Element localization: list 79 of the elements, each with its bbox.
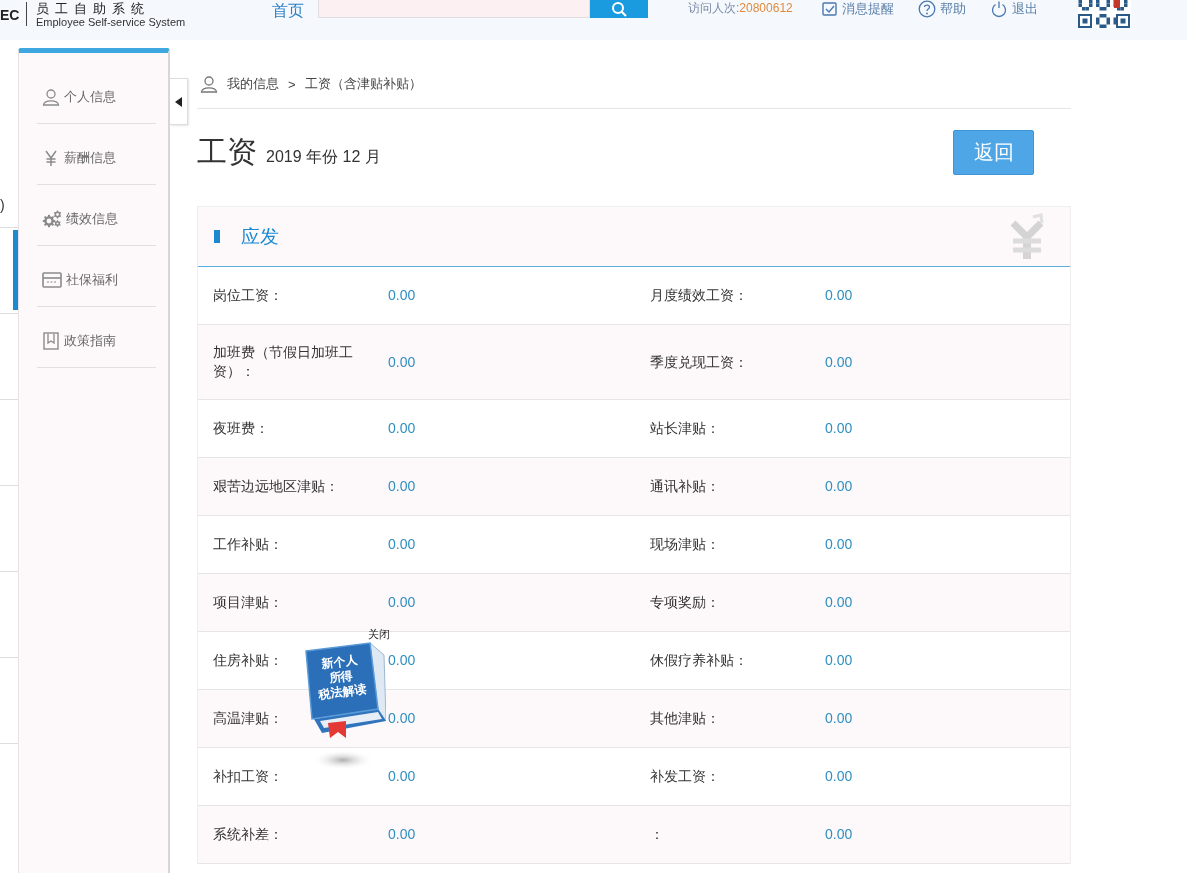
field-value: 0.00	[388, 419, 416, 438]
field-value: 0.00	[388, 352, 416, 372]
collapse-toggle[interactable]	[170, 78, 188, 125]
field-value: 0.00	[825, 535, 853, 554]
field-label: 补扣工资：	[213, 767, 283, 786]
field-label: 其他津贴：	[650, 709, 720, 728]
sidebar-item[interactable]: 绩效信息	[37, 185, 156, 246]
field-value: 0.00	[388, 651, 416, 670]
search-field[interactable]	[318, 0, 590, 18]
power-icon	[990, 0, 1008, 18]
field-value: 0.00	[388, 767, 416, 786]
visit-count-label: 访问人次:	[688, 1, 740, 15]
field-label: 月度绩效工资：	[650, 286, 748, 305]
field-label: 工作补贴：	[213, 535, 283, 554]
visit-count-value: 20800612	[739, 1, 793, 15]
card-icon	[42, 271, 62, 289]
caret-left-icon	[174, 96, 183, 107]
field-label: 现场津贴：	[650, 535, 720, 554]
field-value: 0.00	[825, 593, 853, 612]
field-label: 系统补差：	[213, 825, 283, 844]
close-link[interactable]: 关闭	[368, 627, 390, 641]
sidebar-item[interactable]: 个人信息	[37, 63, 156, 124]
field-value: 0.00	[825, 767, 853, 786]
person-icon	[200, 75, 218, 93]
breadcrumb-item[interactable]: 我的信息	[227, 75, 279, 93]
home-link[interactable]: 首页	[272, 0, 318, 21]
field-value: 0.00	[388, 593, 416, 612]
field-value: 0.00	[825, 419, 853, 438]
search-button[interactable]	[590, 0, 648, 18]
breadcrumb-separator: >	[288, 76, 296, 92]
gears-icon	[42, 210, 62, 228]
field-value: 0.00	[825, 709, 853, 728]
field-value: 0.00	[388, 286, 416, 305]
sidebar-item[interactable]: 政策指南	[37, 307, 156, 368]
help-icon	[918, 0, 936, 18]
sidebar-item[interactable]: 薪酬信息	[37, 124, 156, 185]
field-value: 0.00	[825, 286, 853, 305]
book-icon[interactable]	[302, 641, 386, 738]
field-label: 项目津贴：	[213, 593, 283, 612]
field-label: 岗位工资：	[213, 286, 283, 305]
field-label: 住房补贴：	[213, 651, 283, 670]
breadcrumb-item: 工资（含津贴补贴）	[304, 75, 422, 93]
field-label: 通讯补贴：	[650, 477, 720, 496]
section-title: 应发	[241, 224, 279, 249]
logo-text: EC	[0, 7, 20, 23]
field-value: 0.00	[388, 477, 416, 496]
search-icon	[611, 1, 627, 17]
header-link[interactable]: 帮助	[918, 0, 966, 18]
header-link[interactable]: 退出	[990, 0, 1038, 18]
field-value: 0.00	[825, 651, 853, 670]
checkbox-icon	[822, 1, 838, 17]
field-label: 站长津贴：	[650, 419, 720, 438]
page-subtitle: 2019 年份 12 月	[266, 147, 381, 167]
field-value: 0.00	[825, 825, 853, 844]
field-value: 0.00	[388, 825, 416, 844]
system-name: 员工自助系统	[36, 2, 151, 16]
system-subtitle: Employee Self-service System	[36, 16, 186, 29]
field-value: 0.00	[388, 709, 416, 728]
field-label: ：	[650, 825, 664, 844]
section-marker	[214, 230, 220, 243]
person-icon	[42, 88, 60, 106]
field-label: 休假疗养补贴：	[650, 651, 748, 670]
field-value: 0.00	[825, 352, 853, 372]
field-value: 0.00	[825, 477, 853, 496]
yen-icon	[42, 149, 60, 167]
page-title: 工资	[197, 134, 257, 170]
background-text: )	[0, 197, 6, 213]
field-value: 0.00	[388, 535, 416, 554]
field-label: 艰苦边远地区津贴：	[213, 477, 339, 496]
field-label: 加班费（节假日加班工资）：	[213, 343, 354, 381]
field-label: 高温津贴：	[213, 709, 283, 728]
book-title: 新个人 所得 税法解读	[317, 651, 369, 704]
sidebar-item[interactable]: 社保福利	[37, 246, 156, 307]
field-label: 夜班费：	[213, 419, 269, 438]
field-label: 补发工资：	[650, 767, 720, 786]
bookmark-icon	[42, 332, 60, 350]
header-link[interactable]: 消息提醒	[822, 0, 894, 18]
field-label: 季度兑现工资：	[650, 352, 748, 372]
field-label: 专项奖励：	[650, 593, 720, 612]
